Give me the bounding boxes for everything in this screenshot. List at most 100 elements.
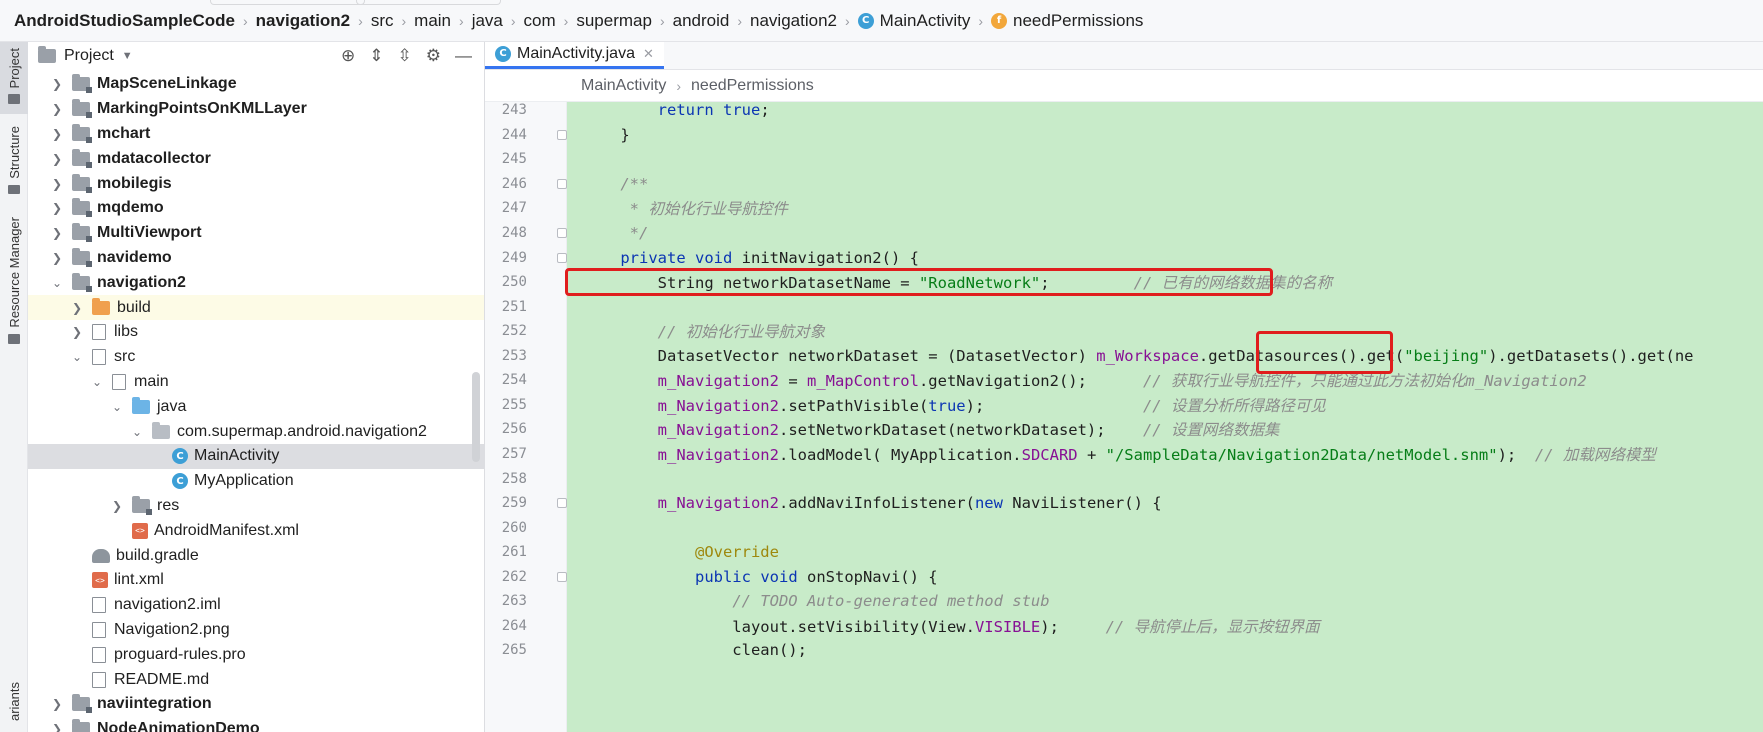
chevron-right-icon[interactable]: ❯ — [50, 127, 64, 141]
tree-item[interactable]: ❯ MarkingPointsOnKMLLayer — [28, 97, 484, 122]
code-line[interactable]: 259 m_Navigation2.addNaviInfoListener(ne… — [485, 491, 1763, 516]
tree-item[interactable]: <> AndroidManifest.xml — [28, 518, 484, 543]
code-line[interactable]: 243 return true; — [485, 98, 1763, 123]
gear-icon[interactable]: ⚙ — [426, 46, 441, 66]
tree-item[interactable]: ❯ res — [28, 494, 484, 519]
code-line[interactable]: 249 private void initNavigation2() { — [485, 245, 1763, 270]
breadcrumb-item[interactable]: main — [414, 11, 451, 31]
tree-item[interactable]: ⌄ main — [28, 370, 484, 395]
tree-item[interactable]: ❯ NodeAnimationDemo — [28, 717, 484, 732]
locate-icon[interactable]: ⊕ — [341, 46, 355, 66]
tree-item[interactable]: ⌄ src — [28, 345, 484, 370]
tree-item[interactable]: ⌄ com.supermap.android.navigation2 — [28, 419, 484, 444]
tree-item[interactable]: ❯ build — [28, 295, 484, 320]
tree-item[interactable]: navigation2.iml — [28, 593, 484, 618]
chevron-right-icon[interactable]: ❯ — [50, 177, 64, 191]
code-line[interactable]: 264 layout.setVisibility(View.VISIBLE); … — [485, 614, 1763, 639]
code-line[interactable]: 261 @Override — [485, 540, 1763, 565]
code-line[interactable]: 257 m_Navigation2.loadModel( MyApplicati… — [485, 442, 1763, 467]
fold-marker-icon[interactable] — [557, 129, 567, 140]
project-view-selector[interactable]: Project — [64, 47, 114, 65]
code-line[interactable]: 252 // 初始化行业导航对象 — [485, 319, 1763, 344]
breadcrumb-item[interactable]: com — [524, 11, 556, 31]
fold-marker-icon[interactable] — [557, 178, 567, 189]
code-line[interactable]: 244 } — [485, 123, 1763, 148]
fold-marker-icon[interactable] — [557, 571, 567, 582]
code-line[interactable]: 263 // TODO Auto-generated method stub — [485, 589, 1763, 614]
code-line[interactable]: 253 DatasetVector networkDataset = (Data… — [485, 344, 1763, 369]
breadcrumb-item[interactable]: navigation2 — [256, 11, 350, 31]
code-line[interactable]: 265 clean(); — [485, 638, 1763, 663]
tree-item[interactable]: Navigation2.png — [28, 618, 484, 643]
tree-item[interactable]: ❯ naviintegration — [28, 692, 484, 717]
tree-item[interactable]: ❯ MapSceneLinkage — [28, 72, 484, 97]
breadcrumb-item[interactable]: f needPermissions — [991, 11, 1143, 31]
tree-item[interactable]: ❯ mobilegis — [28, 171, 484, 196]
minimize-icon[interactable]: — — [455, 46, 472, 66]
chevron-down-icon[interactable]: ⌄ — [130, 425, 144, 439]
code-line[interactable]: 258 — [485, 466, 1763, 491]
tree-item[interactable]: C MyApplication — [28, 469, 484, 494]
close-icon[interactable]: ✕ — [643, 46, 654, 62]
chevron-down-icon[interactable]: ⌄ — [70, 350, 84, 364]
tree-item[interactable]: ❯ libs — [28, 320, 484, 345]
tree-item[interactable]: ❯ mqdemo — [28, 196, 484, 221]
breadcrumb-item[interactable]: supermap — [576, 11, 652, 31]
chevron-right-icon[interactable]: ❯ — [50, 102, 64, 116]
breadcrumb-item[interactable]: android — [673, 11, 730, 31]
tree-item[interactable]: <> lint.xml — [28, 568, 484, 593]
chevron-right-icon[interactable]: ❯ — [50, 77, 64, 91]
code-line[interactable]: 246 /** — [485, 172, 1763, 197]
chevron-right-icon[interactable]: ❯ — [50, 697, 64, 711]
expand-all-icon[interactable]: ⇕ — [369, 46, 383, 66]
project-scrollbar[interactable] — [472, 372, 480, 462]
chevron-right-icon[interactable]: ❯ — [50, 226, 64, 240]
code-line[interactable]: 247 * 初始化行业导航控件 — [485, 196, 1763, 221]
tree-item[interactable]: ⌄ navigation2 — [28, 270, 484, 295]
tree-item[interactable]: build.gradle — [28, 543, 484, 568]
tool-tab-resource-manager[interactable]: Resource Manager — [0, 217, 28, 345]
tool-tab-build-variants[interactable]: ariants — [0, 682, 28, 732]
breadcrumb-item[interactable]: src — [371, 11, 394, 31]
chevron-right-icon[interactable]: ❯ — [50, 722, 64, 732]
chevron-down-icon[interactable]: ⌄ — [90, 375, 104, 389]
fold-marker-icon[interactable] — [557, 252, 567, 263]
tree-item[interactable]: proguard-rules.pro — [28, 642, 484, 667]
breadcrumb-item[interactable]: navigation2 — [750, 11, 837, 31]
chevron-right-icon[interactable]: ❯ — [50, 251, 64, 265]
chevron-right-icon[interactable]: ❯ — [110, 499, 124, 513]
editor-breadcrumb-class[interactable]: MainActivity — [581, 77, 666, 95]
tree-item[interactable]: ❯ mdatacollector — [28, 146, 484, 171]
tab-mainactivity[interactable]: C MainActivity.java ✕ — [485, 42, 664, 69]
tree-item[interactable]: ❯ navidemo — [28, 246, 484, 271]
fold-marker-icon[interactable] — [557, 228, 567, 239]
code-line[interactable]: 254 m_Navigation2 = m_MapControl.getNavi… — [485, 368, 1763, 393]
breadcrumb-item[interactable]: C MainActivity — [857, 11, 970, 31]
chevron-down-icon[interactable]: ▼ — [122, 50, 133, 62]
fold-marker-icon[interactable] — [557, 498, 567, 509]
code-line[interactable]: 248 */ — [485, 221, 1763, 246]
code-line[interactable]: 260 — [485, 515, 1763, 540]
chevron-down-icon[interactable]: ⌄ — [50, 276, 64, 290]
code-line[interactable]: 262 public void onStopNavi() { — [485, 564, 1763, 589]
breadcrumb-item[interactable]: java — [472, 11, 503, 31]
tree-item[interactable]: C MainActivity — [28, 443, 484, 469]
chevron-right-icon[interactable]: ❯ — [70, 301, 84, 315]
tree-item[interactable]: ⌄ java — [28, 394, 484, 419]
collapse-all-icon[interactable]: ⇳ — [398, 46, 412, 66]
chevron-right-icon[interactable]: ❯ — [70, 325, 84, 339]
breadcrumb-item[interactable]: AndroidStudioSampleCode — [14, 11, 235, 31]
code-line[interactable]: 255 m_Navigation2.setPathVisible(true); … — [485, 393, 1763, 418]
tool-tab-project[interactable]: Project — [0, 42, 28, 114]
code-line[interactable]: 251 — [485, 294, 1763, 319]
chevron-right-icon[interactable]: ❯ — [50, 152, 64, 166]
editor-breadcrumb-method[interactable]: needPermissions — [691, 77, 814, 95]
code-line[interactable]: 256 m_Navigation2.setNetworkDataset(netw… — [485, 417, 1763, 442]
code-area[interactable]: 243 return true; 244 } 245 246 /** 247 * 初始化… — [485, 101, 1763, 732]
code-line[interactable]: 245 — [485, 147, 1763, 172]
chevron-down-icon[interactable]: ⌄ — [110, 400, 124, 414]
chevron-right-icon[interactable]: ❯ — [50, 201, 64, 215]
tool-tab-structure[interactable]: Structure — [0, 122, 28, 194]
tree-item[interactable]: ❯ mchart — [28, 122, 484, 147]
tree-item[interactable]: ❯ MultiViewport — [28, 221, 484, 246]
